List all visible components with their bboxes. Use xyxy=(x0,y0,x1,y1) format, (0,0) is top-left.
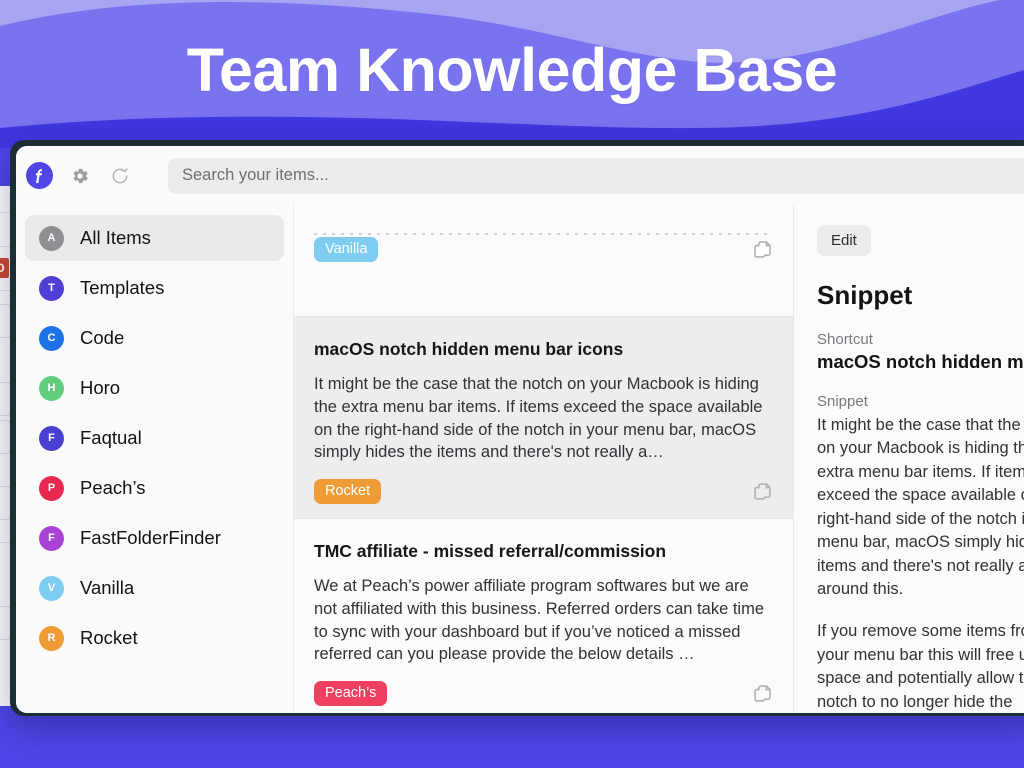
app-body: A All Items T Templates C Code H Horo F xyxy=(16,205,1024,713)
sidebar-item-templates[interactable]: T Templates xyxy=(25,265,284,311)
sidebar: A All Items T Templates C Code H Horo F xyxy=(16,205,294,713)
sidebar-item-all-items[interactable]: A All Items xyxy=(25,215,284,261)
shortcut-value: macOS notch hidden menu bar icons xyxy=(817,351,1024,372)
detail-heading: Snippet xyxy=(817,280,913,310)
list-item-preview: It might be the case that the notch on y… xyxy=(314,375,763,462)
sidebar-avatar: A xyxy=(39,225,64,251)
list-item[interactable]: macOS notch hidden menu bar icons It mig… xyxy=(294,317,793,520)
edit-button[interactable]: Edit xyxy=(817,225,871,256)
sidebar-item-vanilla[interactable]: V Vanilla xyxy=(25,565,284,611)
gear-icon[interactable] xyxy=(67,163,93,189)
sidebar-item-label: Faqtual xyxy=(80,427,142,448)
app-toolbar: Search your items... xyxy=(16,146,1024,205)
snippet-label: Snippet xyxy=(817,393,868,410)
sidebar-avatar: R xyxy=(39,625,64,651)
sidebar-avatar: P xyxy=(39,475,64,501)
snippet-paragraph-1: It might be the case that the notch on y… xyxy=(817,416,1024,598)
list-item[interactable]: Vanilla xyxy=(294,233,793,317)
copy-icon[interactable] xyxy=(752,481,773,502)
list-item-preview: We at Peach’s power affiliate program so… xyxy=(314,577,765,664)
sidebar-item-label: Vanilla xyxy=(80,577,135,598)
sidebar-item-label: FastFolderFinder xyxy=(80,527,221,548)
hero-banner: Team Knowledge Base xyxy=(0,0,1024,148)
copy-icon[interactable] xyxy=(752,683,773,704)
search-input[interactable]: Search your items... xyxy=(168,157,1024,194)
sidebar-avatar: T xyxy=(39,275,64,301)
sidebar-avatar: F xyxy=(39,525,64,551)
sidebar-item-label: All Items xyxy=(80,227,151,248)
shortcut-label: Shortcut xyxy=(817,331,873,348)
sidebar-item-label: Peach’s xyxy=(80,477,146,498)
sidebar-item-fastfolderfinder[interactable]: F FastFolderFinder xyxy=(25,515,284,561)
app-logo-icon[interactable] xyxy=(26,162,53,189)
item-list[interactable]: Vanilla macOS notch hidden menu bar icon… xyxy=(294,205,794,713)
list-item-tag[interactable]: Peach’s xyxy=(314,681,388,707)
sidebar-avatar: H xyxy=(39,375,64,401)
screenshot-root: Team Knowledge Base T PD t w xyxy=(0,0,1024,768)
page-title: Team Knowledge Base xyxy=(186,36,838,104)
list-item-title: macOS notch hidden menu bar icons xyxy=(314,339,624,359)
sidebar-item-faqtual[interactable]: F Faqtual xyxy=(25,415,284,461)
copy-icon[interactable] xyxy=(752,239,773,260)
refresh-icon[interactable] xyxy=(107,163,133,189)
sidebar-item-label: Rocket xyxy=(80,627,138,648)
sidebar-item-label: Templates xyxy=(80,277,165,298)
bg-pdf-badge: PD xyxy=(0,258,9,278)
snippet-paragraph-2: If you remove some items from your menu … xyxy=(817,622,1024,711)
sidebar-avatar: V xyxy=(39,575,64,601)
sidebar-item-label: Horo xyxy=(80,377,121,398)
sidebar-avatar: F xyxy=(39,425,64,451)
sidebar-avatar: C xyxy=(39,325,64,351)
clipped-text-row xyxy=(314,233,773,235)
sidebar-item-rocket[interactable]: R Rocket xyxy=(25,615,284,661)
list-item[interactable]: TMC affiliate - missed referral/commissi… xyxy=(294,519,793,713)
list-item-title: TMC affiliate - missed referral/commissi… xyxy=(314,541,667,562)
list-item-tag[interactable]: Rocket xyxy=(314,479,382,505)
sidebar-item-peachs[interactable]: P Peach’s xyxy=(25,465,284,511)
sidebar-item-horo[interactable]: H Horo xyxy=(25,365,284,411)
app-window: Search your items... A All Items T Templ… xyxy=(16,146,1024,713)
search-placeholder: Search your items... xyxy=(182,166,329,184)
sidebar-item-label: Code xyxy=(80,327,125,348)
sidebar-item-code[interactable]: C Code xyxy=(25,315,284,361)
detail-panel: Edit Snippet Shortcut macOS notch hidden… xyxy=(794,205,1024,713)
list-item-tag[interactable]: Vanilla xyxy=(314,237,379,262)
